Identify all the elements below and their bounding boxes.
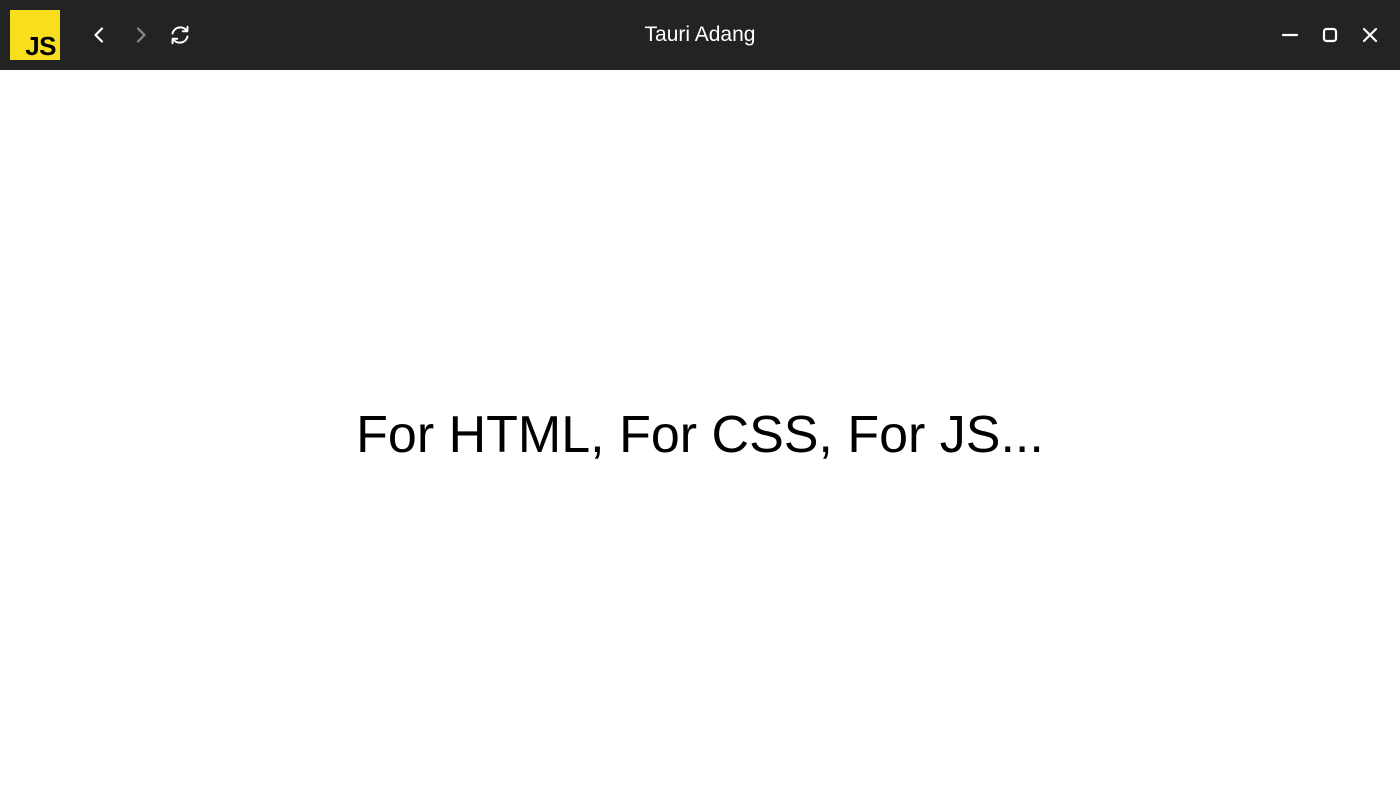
minimize-button[interactable] (1270, 15, 1310, 55)
chevron-left-icon (94, 27, 104, 43)
back-button[interactable] (79, 15, 119, 55)
main-content: For HTML, For CSS, For JS... (0, 70, 1400, 800)
close-button[interactable] (1350, 15, 1390, 55)
chevron-right-icon (136, 27, 146, 43)
reload-button[interactable] (160, 15, 200, 55)
titlebar: JS Tauri Adang (0, 0, 1400, 70)
app-window: JS Tauri Adang For HTML, For CSS, For JS… (0, 0, 1400, 800)
headline: For HTML, For CSS, For JS... (356, 406, 1044, 464)
reload-icon (171, 25, 189, 45)
app-logo: JS (10, 10, 60, 60)
app-logo-text: JS (25, 31, 56, 61)
window-title: Tauri Adang (644, 23, 756, 46)
close-icon (1362, 27, 1378, 43)
forward-button[interactable] (121, 15, 161, 55)
minimize-icon (1281, 33, 1299, 37)
maximize-button[interactable] (1310, 15, 1350, 55)
maximize-icon (1322, 27, 1338, 43)
